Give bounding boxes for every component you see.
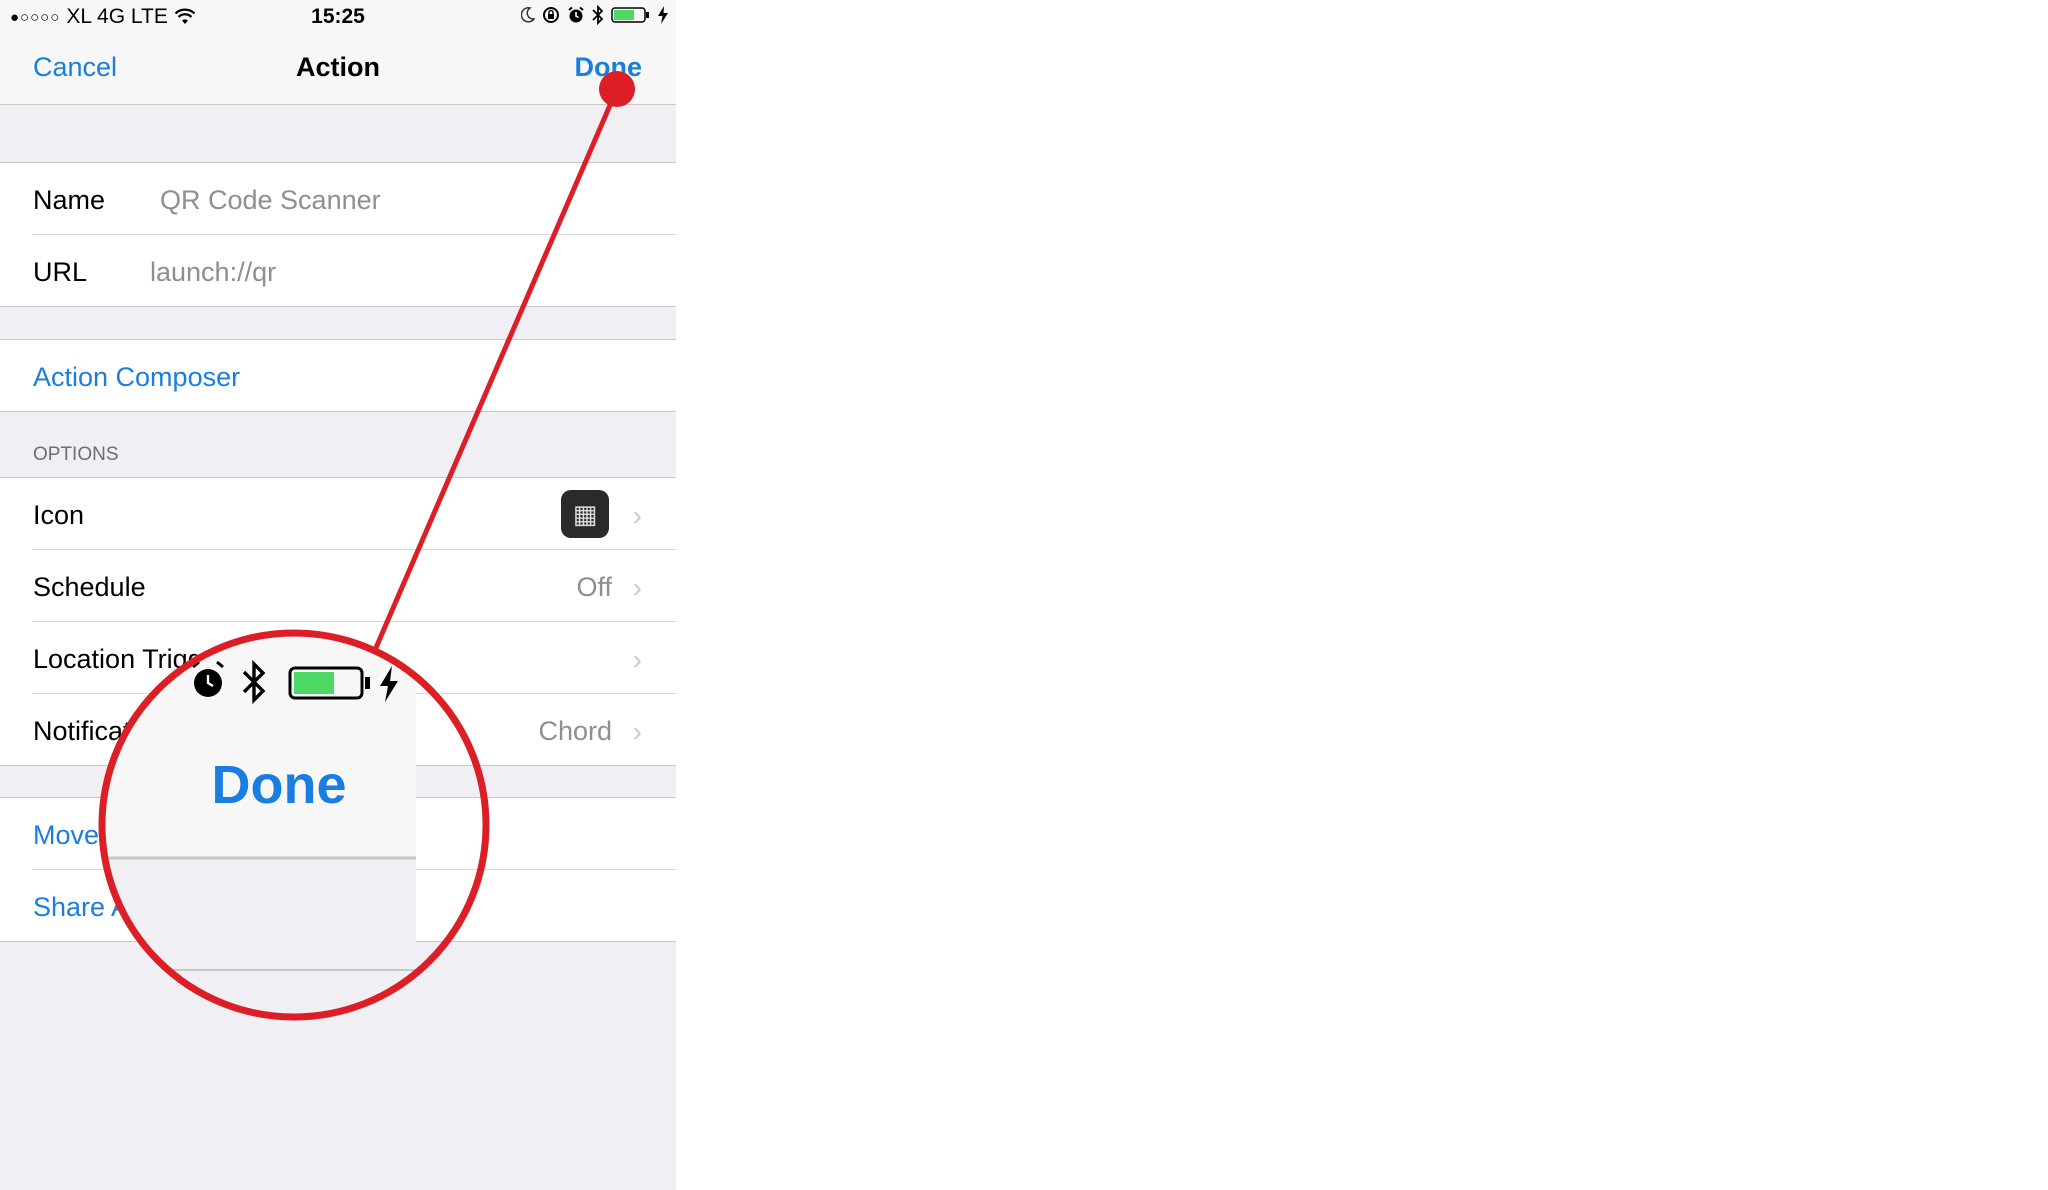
chevron-right-icon: › [632,572,642,603]
action-composer-link[interactable]: Action Composer [33,362,240,393]
location-trigger-label: Location Trigger [33,644,227,674]
url-label: URL [33,257,88,287]
move-button[interactable]: Move [33,820,99,851]
options-group: Icon ▦ › Schedule Off › Location Trigger… [0,477,676,766]
moon-icon [521,7,535,23]
chevron-right-icon: › [632,644,642,675]
bluetooth-icon [592,5,604,25]
action-details-group: Name QR Code Scanner URL launch://qr [0,162,676,307]
share-row[interactable]: Share Action [33,870,676,941]
chevron-right-icon: › [632,500,642,531]
schedule-value: Off [576,572,612,602]
location-trigger-row[interactable]: Location Trigger › [33,622,676,694]
options-header: OPTIONS [33,444,119,465]
rotation-lock-icon [543,7,559,23]
action-composer-row[interactable]: Action Composer [33,340,676,411]
composer-group: Action Composer [0,339,676,412]
battery-icon [611,7,649,23]
notification-value: Chord [538,716,612,746]
alarm-icon [568,6,584,23]
url-row[interactable]: URL launch://qr [33,235,676,306]
notification-row[interactable]: Notification Sound Chord › [33,694,676,765]
chevron-right-icon: › [632,716,642,747]
status-right [521,5,668,25]
actions-group: Move Share Action [0,797,676,942]
name-label: Name [33,185,106,215]
schedule-row[interactable]: Schedule Off › [33,550,676,622]
move-row[interactable]: Move [33,798,676,870]
schedule-label: Schedule [33,572,146,602]
name-field[interactable]: QR Code Scanner [160,185,381,216]
name-row[interactable]: Name QR Code Scanner [33,163,676,235]
qr-code-icon: ▦ [561,490,609,538]
icon-label: Icon [33,500,85,530]
navigation-bar: Cancel Action Done [0,34,676,105]
done-button[interactable]: Done [575,52,643,83]
icon-row[interactable]: Icon ▦ › [33,478,676,550]
status-bar: ●○○○○ XL 4G LTE 15:25 [0,0,676,34]
notification-label: Notification Sound [33,716,253,746]
url-field[interactable]: launch://qr [150,257,276,288]
share-button[interactable]: Share Action [33,892,186,923]
phone-screen: ●○○○○ XL 4G LTE 15:25 Cancel Action Done… [0,0,676,1190]
charging-icon [658,6,668,24]
